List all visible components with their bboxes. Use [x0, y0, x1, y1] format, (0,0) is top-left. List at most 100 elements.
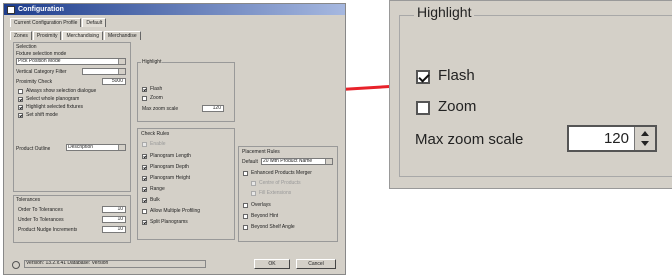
- highlight-selected-label: Highlight selected fixtures: [26, 104, 83, 110]
- planogram-depth-checkbox[interactable]: [142, 165, 147, 170]
- tab-zones[interactable]: Zones: [10, 31, 32, 40]
- tab-default-profile[interactable]: Default: [82, 18, 107, 27]
- bulk-checkbox[interactable]: [142, 198, 147, 203]
- set-shift-checkbox[interactable]: [18, 113, 23, 118]
- cancel-button[interactable]: Cancel: [296, 259, 336, 269]
- enable-label: Enable: [150, 141, 166, 147]
- check-rules-group: Check Rules Enable Planogram Length Plan…: [137, 128, 235, 240]
- title-bar: Configuration: [4, 4, 345, 15]
- order-tolerance-label: Order To Tolerances: [18, 207, 63, 213]
- always-show-checkbox[interactable]: [18, 89, 23, 94]
- selection-group: Selection Fixture selection mode Pick Po…: [13, 42, 131, 192]
- select-whole-label: Select whole planogram: [26, 96, 80, 102]
- beyond-shelf-label: Beyond Shelf Angle: [251, 224, 295, 230]
- enhanced-merger-label: Enhanced Products Merger: [251, 170, 312, 176]
- chevron-down-icon: [118, 69, 125, 74]
- tab-merchandising[interactable]: Merchandising: [62, 31, 103, 40]
- chevron-down-icon: [118, 59, 125, 64]
- vertical-filter-select[interactable]: [82, 68, 126, 75]
- bulk-label: Bulk: [150, 197, 160, 203]
- tab-merchandise[interactable]: Merchandise: [104, 31, 141, 40]
- configuration-dialog: Configuration Current Configuration Prof…: [3, 3, 346, 275]
- section-tabs: Zones Proximity Merchandising Merchandis…: [10, 31, 142, 40]
- selection-group-label: Selection: [16, 44, 37, 50]
- beyond-hint-label: Beyond Hint: [251, 213, 279, 219]
- status-text: Version: 13.2.x.41 Database: Version: [24, 260, 206, 268]
- flash-label: Flash: [150, 86, 163, 92]
- max-zoom-label: Max zoom scale: [142, 106, 179, 112]
- zoom-checkbox[interactable]: [142, 96, 147, 101]
- placement-rules-group: Placement Rules Default 20 with Product …: [238, 146, 338, 242]
- max-zoom-value: 120: [603, 130, 629, 147]
- zoom-zoom-label: Zoom: [438, 98, 477, 115]
- spinner-buttons[interactable]: [634, 127, 655, 150]
- max-zoom-spinner[interactable]: 120: [567, 125, 657, 152]
- zoom-flash-checkbox[interactable]: [416, 70, 430, 84]
- under-tolerance-input[interactable]: 10: [102, 216, 126, 223]
- default-label: Default: [242, 159, 258, 165]
- split-planograms-label: Split Planograms: [150, 219, 188, 225]
- proximity-check-label: Proximity Check: [16, 79, 53, 85]
- zoom-label: Zoom: [150, 95, 163, 101]
- highlight-group-label: Highlight: [141, 59, 163, 65]
- profile-tabs: Current Configuration Profile Default: [10, 18, 107, 27]
- allow-multiple-checkbox[interactable]: [142, 209, 147, 214]
- planogram-height-checkbox[interactable]: [142, 176, 147, 181]
- highlight-group: Highlight Flash Zoom Max zoom scale 120: [137, 59, 235, 122]
- check-rules-label: Check Rules: [141, 131, 170, 137]
- overlays-checkbox[interactable]: [243, 203, 248, 208]
- spin-up-icon[interactable]: [641, 131, 649, 136]
- range-checkbox[interactable]: [142, 187, 147, 192]
- order-tolerance-input[interactable]: 10: [102, 206, 126, 213]
- enhanced-merger-checkbox[interactable]: [243, 171, 248, 176]
- centre-products-checkbox[interactable]: [251, 181, 256, 186]
- proximity-check-input[interactable]: 5000: [102, 78, 126, 85]
- fill-extensions-label: Fill Extensions: [259, 190, 292, 196]
- set-shift-label: Set shift mode: [26, 112, 58, 118]
- app-icon: [7, 5, 15, 14]
- zoomed-highlight-panel: Highlight Flash Zoom Max zoom scale 120: [389, 0, 672, 189]
- highlight-frame: [399, 15, 672, 177]
- window-title: Configuration: [18, 6, 64, 13]
- flash-checkbox[interactable]: [142, 87, 147, 92]
- overlays-label: Overlays: [251, 202, 271, 208]
- tolerances-group: Tolerances Order To Tolerances 10 Under …: [13, 195, 131, 243]
- zoom-highlight-legend: Highlight: [414, 4, 475, 20]
- planogram-length-checkbox[interactable]: [142, 154, 147, 159]
- zoom-max-scale-label: Max zoom scale: [415, 131, 524, 148]
- placement-rules-label: Placement Rules: [242, 149, 280, 155]
- planogram-height-label: Planogram Height: [150, 175, 191, 181]
- product-outline-label: Product Outline: [16, 146, 51, 152]
- fixture-mode-label: Fixture selection mode: [16, 51, 67, 57]
- centre-products-label: Centre of Products: [259, 180, 301, 186]
- select-whole-checkbox[interactable]: [18, 97, 23, 102]
- product-outline-select[interactable]: Description: [66, 144, 126, 151]
- chevron-down-icon: [325, 159, 332, 164]
- tolerances-group-label: Tolerances: [16, 197, 41, 203]
- chevron-down-icon: [118, 145, 125, 150]
- fixture-mode-select[interactable]: Pick Position Mode: [16, 58, 126, 65]
- split-planograms-checkbox[interactable]: [142, 220, 147, 225]
- planogram-length-label: Planogram Length: [150, 153, 191, 159]
- tab-proximity[interactable]: Proximity: [32, 31, 62, 40]
- highlight-selected-checkbox[interactable]: [18, 105, 23, 110]
- info-icon: [12, 261, 20, 269]
- vertical-filter-label: Vertical Category Filter: [16, 69, 67, 75]
- range-label: Range: [150, 186, 165, 192]
- always-show-label: Always show selection dialogue: [26, 88, 97, 94]
- default-select[interactable]: 20 with Product Name: [261, 158, 333, 165]
- zoom-flash-label: Flash: [438, 67, 475, 84]
- planogram-depth-label: Planogram Depth: [150, 164, 189, 170]
- fill-extensions-checkbox[interactable]: [251, 191, 256, 196]
- spin-down-icon[interactable]: [641, 141, 649, 146]
- beyond-hint-checkbox[interactable]: [243, 214, 248, 219]
- nudge-increment-input[interactable]: 10: [102, 226, 126, 233]
- allow-multiple-label: Allow Multiple Profiling: [150, 208, 201, 214]
- enable-checkbox[interactable]: [142, 142, 147, 147]
- ok-button[interactable]: OK: [254, 259, 290, 269]
- under-tolerance-label: Under To Tolerances: [18, 217, 64, 223]
- max-zoom-input[interactable]: 120: [202, 105, 224, 112]
- tab-current-profile[interactable]: Current Configuration Profile: [10, 18, 82, 27]
- zoom-zoom-checkbox[interactable]: [416, 101, 430, 115]
- beyond-shelf-checkbox[interactable]: [243, 225, 248, 230]
